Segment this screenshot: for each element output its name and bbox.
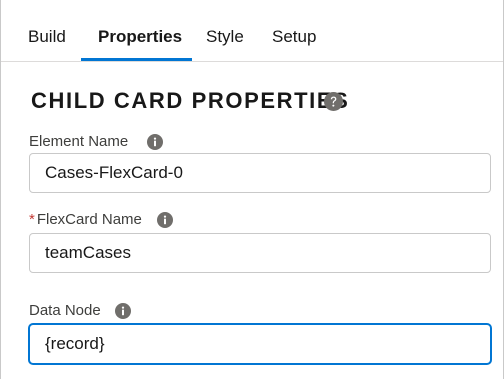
tab-bar: Build Properties Style Setup [1, 0, 503, 62]
info-icon[interactable] [147, 134, 163, 150]
info-icon[interactable] [115, 303, 131, 319]
data-node-label: Data Node [29, 302, 101, 319]
tab-setup[interactable]: Setup [272, 27, 316, 47]
element-name-label: Element Name [29, 133, 129, 150]
tab-build[interactable]: Build [28, 27, 66, 47]
properties-panel: Build Properties Style Setup CHILD CARD … [0, 0, 504, 379]
active-tab-indicator [81, 58, 192, 61]
element-name-input[interactable] [29, 153, 491, 193]
tab-properties[interactable]: Properties [98, 27, 182, 47]
flexcard-name-input[interactable] [29, 233, 491, 273]
question-circle-icon[interactable] [324, 92, 343, 111]
data-node-input[interactable] [29, 324, 491, 364]
flexcard-name-label: * FlexCard Name [29, 211, 142, 228]
info-icon[interactable] [157, 212, 173, 228]
tab-style[interactable]: Style [206, 27, 244, 47]
section-title: CHILD CARD PROPERTIES [31, 88, 350, 113]
required-marker: * [29, 211, 35, 228]
